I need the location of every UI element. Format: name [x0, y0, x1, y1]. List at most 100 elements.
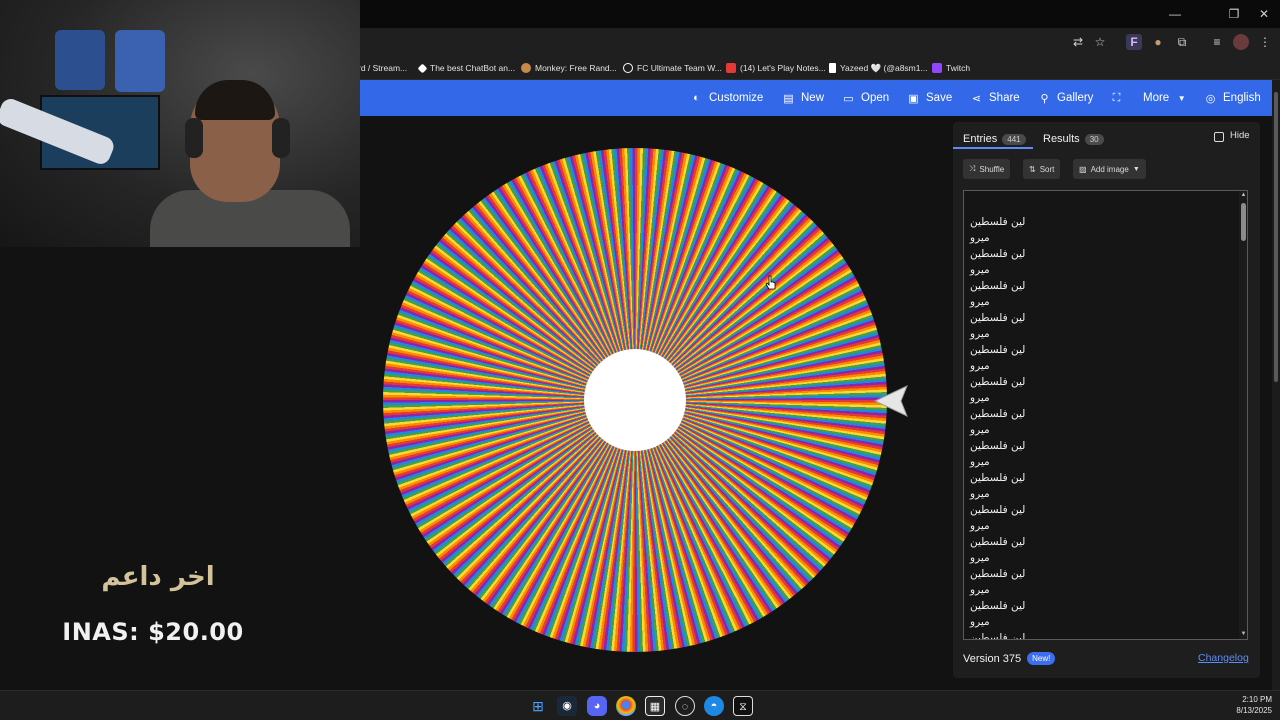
save-button[interactable]: ▣ Save — [907, 80, 952, 116]
scroll-down-icon[interactable]: ▼ — [1240, 631, 1247, 638]
tab-results[interactable]: Results 30 — [1043, 128, 1104, 150]
bookmark-item[interactable]: rd / Stream... — [358, 60, 407, 76]
windows-start-icon[interactable]: ⊞ — [528, 696, 548, 716]
steam-icon[interactable]: ◉ — [557, 696, 577, 716]
monkey-icon — [521, 63, 531, 73]
entry-item: لين فلسطين — [970, 440, 1026, 452]
entry-item: لين فلسطين — [970, 376, 1026, 388]
language-button[interactable]: ◎ English — [1204, 80, 1261, 116]
edge-icon[interactable]: ◓ — [704, 696, 724, 716]
entry-item: ميرو — [970, 328, 990, 340]
sort-button[interactable]: ⇅ Sort — [1023, 159, 1061, 179]
entry-item: ميرو — [970, 552, 990, 564]
close-icon[interactable]: ✕ — [1249, 4, 1279, 24]
new-button[interactable]: ▤ New — [782, 80, 824, 116]
bookmark-item[interactable]: Monkey: Free Rand... — [521, 60, 617, 76]
globe-icon: ◎ — [1205, 92, 1216, 105]
system-clock[interactable]: 2:10 PM 8/13/2025 — [1222, 694, 1272, 716]
add-image-label: Add image — [1090, 164, 1129, 174]
entry-item: لين فلسطين — [970, 472, 1026, 484]
wheel-pointer-icon — [873, 385, 908, 417]
changelog-link[interactable]: Changelog — [1198, 652, 1249, 664]
bookmark-item[interactable]: Twitch — [932, 60, 970, 76]
media-control-icon[interactable]: ≡ — [1209, 34, 1225, 50]
share-label: Share — [989, 92, 1020, 104]
fullscreen-button[interactable]: ⛶ — [1110, 80, 1123, 116]
shuffle-label: Shuffle — [979, 164, 1005, 174]
palette-icon: ◐ — [693, 92, 700, 104]
last-donor-title: اخر داعم — [101, 562, 215, 592]
extension-monkey-icon[interactable]: ● — [1150, 34, 1166, 50]
add-image-button[interactable]: ▨ Add image ▼ — [1073, 159, 1146, 179]
bookmark-item[interactable]: The best ChatBot an... — [417, 60, 516, 76]
wheel-center-button[interactable] — [584, 349, 686, 451]
shuffle-icon: ⤨ — [969, 164, 976, 173]
tab-entries-label: Entries — [963, 133, 998, 145]
customize-label: Customize — [709, 92, 764, 104]
windows-taskbar: ⊞ ◉ ◕ ▦ ◌ ◓ ⧖ 2:10 PM 8/13/2025 — [0, 690, 1280, 720]
restore-icon[interactable]: ❐ — [1219, 4, 1249, 24]
entries-textarea[interactable]: لين فلسطين ميرو لين فلسطين ميرو لين فلسطين مي… — [963, 190, 1248, 640]
extensions-puzzle-icon[interactable]: ⧉ — [1174, 34, 1190, 50]
bookmark-label: Monkey: Free Rand... — [535, 63, 617, 73]
extension-f-icon[interactable]: F — [1126, 34, 1142, 50]
gallery-label: Gallery — [1057, 92, 1094, 104]
chevron-down-icon: ▼ — [1177, 93, 1186, 103]
bookmark-label: rd / Stream... — [358, 63, 408, 73]
open-label: Open — [861, 92, 890, 104]
file-icon: ▤ — [783, 92, 794, 105]
bookmark-item[interactable]: Yazeed 🤍 (@a8sm1... — [829, 60, 928, 76]
entry-list: لين فلسطين ميرو لين فلسطين ميرو لين فلسطين مي… — [970, 214, 1230, 639]
chrome-icon[interactable] — [616, 696, 636, 716]
translate-icon[interactable]: ⇄ — [1070, 34, 1086, 50]
new-badge: New! — [1027, 652, 1056, 665]
bookmark-item[interactable]: (14) Let's Play Notes... — [726, 60, 826, 76]
bookmark-label: (14) Let's Play Notes... — [740, 63, 826, 73]
entry-item: لين فلسطين — [970, 536, 1026, 548]
chevron-down-icon: ▼ — [1132, 165, 1140, 173]
customize-button[interactable]: ◐ Customize — [690, 80, 763, 116]
epic-games-icon[interactable]: ▦ — [645, 696, 665, 716]
entries-scrollbar[interactable]: ▲ ▼ — [1239, 191, 1247, 639]
bookmark-label: FC Ultimate Team W... — [637, 63, 722, 73]
entries-scroll-thumb[interactable] — [1241, 203, 1246, 241]
entry-item: ميرو — [970, 584, 990, 596]
more-menu-button[interactable]: More ▼ — [1143, 80, 1188, 116]
jersey-decor — [115, 30, 165, 92]
scroll-up-icon[interactable]: ▲ — [1240, 192, 1247, 199]
entry-item: لين فلسطين — [970, 344, 1026, 356]
results-count-badge: 30 — [1084, 133, 1104, 145]
obs-icon[interactable]: ◌ — [675, 696, 695, 716]
discord-icon[interactable]: ◕ — [587, 696, 607, 716]
spin-wheel[interactable] — [383, 148, 887, 652]
browser-menu-icon[interactable]: ⋮ — [1257, 34, 1273, 50]
hide-checkbox[interactable] — [1214, 132, 1224, 142]
bookmark-star-icon[interactable]: ☆ — [1092, 34, 1108, 50]
twitch-icon — [932, 63, 942, 73]
shuffle-button[interactable]: ⤨ Shuffle — [963, 159, 1011, 179]
chatbot-icon — [417, 63, 428, 73]
language-label: English — [1223, 92, 1261, 104]
capcut-icon[interactable]: ⧖ — [733, 696, 753, 716]
fullscreen-icon: ⛶ — [1112, 91, 1121, 104]
sort-label: Sort — [1039, 164, 1055, 174]
open-button[interactable]: ▭ Open — [842, 80, 889, 116]
streamer-hair — [195, 80, 275, 120]
minimize-icon[interactable]: — — [1160, 4, 1190, 24]
profile-avatar-icon[interactable] — [1233, 34, 1249, 50]
tiktok-icon — [829, 63, 836, 73]
share-button[interactable]: ⋖ Share — [970, 80, 1020, 116]
entry-item: ميرو — [970, 264, 990, 276]
page-scrollbar[interactable] — [1272, 80, 1280, 690]
bookmark-label: The best ChatBot an... — [430, 63, 516, 73]
save-icon: ▣ — [908, 92, 919, 105]
globe-icon — [623, 63, 633, 73]
bookmark-item[interactable]: FC Ultimate Team W... — [623, 60, 722, 76]
entry-item: لين فلسطين — [970, 216, 1026, 228]
gallery-button[interactable]: ⚲ Gallery — [1038, 80, 1093, 116]
version-info: Version 375 New! — [963, 652, 1056, 665]
page-scroll-thumb[interactable] — [1274, 92, 1278, 382]
entry-item: ميرو — [970, 360, 990, 372]
entry-item: لين فلسطين — [970, 568, 1026, 580]
save-label: Save — [926, 92, 953, 104]
